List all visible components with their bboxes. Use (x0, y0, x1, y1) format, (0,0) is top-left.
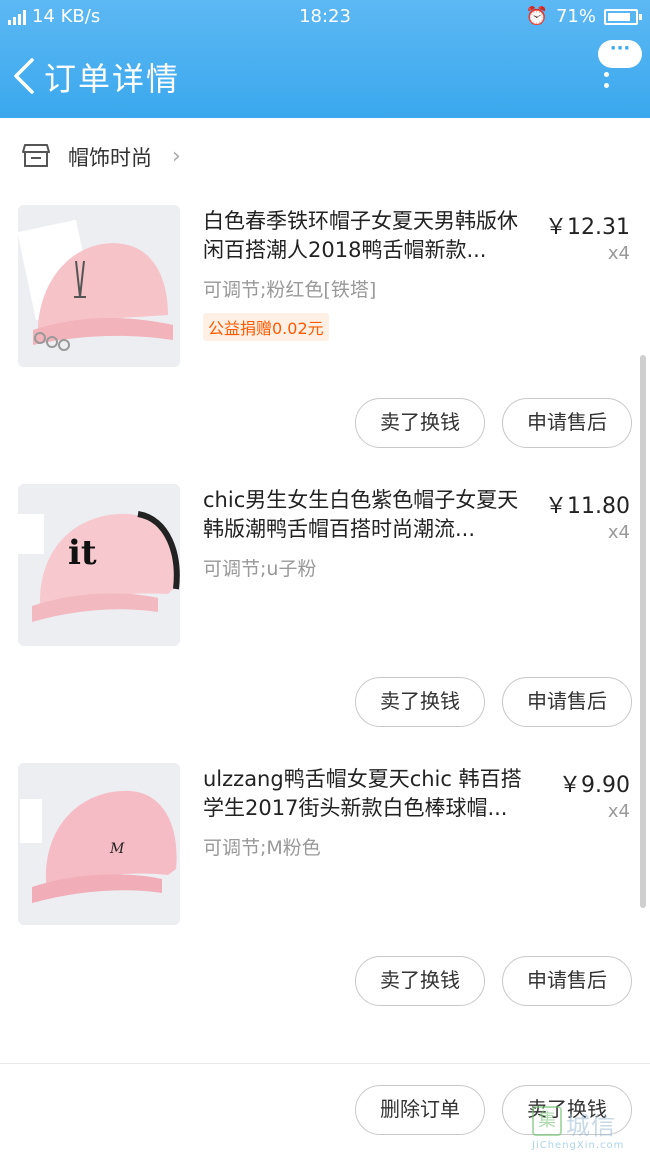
back-arrow-icon[interactable] (10, 56, 38, 96)
product-quantity: x4 (607, 801, 630, 822)
product-price: ￥12.31 (545, 215, 630, 240)
product-quantity: x4 (607, 243, 630, 264)
after-sale-button[interactable]: 申请售后 (502, 398, 632, 448)
product-title[interactable]: ulzzang鸭舌帽女夏天chic 韩百搭学生2017街头新款白色棒球帽... (203, 765, 533, 823)
alarm-icon: ⏰ (525, 6, 548, 27)
order-item: M ulzzang鸭舌帽女夏天chic 韩百搭学生2017街头新款白色棒球帽..… (0, 763, 650, 1033)
svg-text:M: M (109, 841, 125, 857)
order-item: it chic男生女生白色紫色帽子女夏天韩版潮鸭舌帽百搭时尚潮流... ￥11.… (0, 484, 650, 754)
product-quantity: x4 (607, 522, 630, 543)
watermark-text: 城信 (566, 1112, 616, 1140)
more-menu-button[interactable]: ··· (598, 40, 642, 68)
scrollbar[interactable] (640, 355, 646, 908)
order-item: 白色春季铁环帽子女夏天男韩版休闲百搭潮人2018鸭舌帽新款... ￥12.31 … (0, 205, 650, 475)
product-price: ￥9.90 (559, 773, 630, 798)
sell-button[interactable]: 卖了换钱 (355, 677, 485, 727)
product-spec: 可调节;u子粉 (203, 558, 317, 580)
watermark: 集 城信 JiChengXin.com (532, 1104, 644, 1152)
battery-icon (604, 8, 642, 25)
product-spec: 可调节;M粉色 (203, 837, 321, 859)
product-price: ￥11.80 (545, 494, 630, 519)
sell-button[interactable]: 卖了换钱 (355, 398, 485, 448)
delete-order-button[interactable]: 删除订单 (355, 1085, 485, 1135)
after-sale-button[interactable]: 申请售后 (502, 956, 632, 1006)
product-image[interactable]: it (18, 484, 180, 646)
watermark-logo-icon: 集 (532, 1106, 562, 1136)
product-image[interactable]: M (18, 763, 180, 925)
shop-name: 帽饰时尚 (68, 146, 152, 170)
after-sale-button[interactable]: 申请售后 (502, 677, 632, 727)
status-bar: 14 KB/s 18:23 ⏰ 71% (0, 0, 650, 34)
nav-bar: 订单详情 ··· (0, 40, 650, 110)
sell-button[interactable]: 卖了换钱 (355, 956, 485, 1006)
store-icon (22, 144, 50, 167)
product-spec: 可调节;粉红色[铁塔] (203, 279, 377, 301)
more-dots-icon[interactable] (602, 72, 610, 94)
app-header: 14 KB/s 18:23 ⏰ 71% 订单详情 ··· (0, 0, 650, 118)
svg-text:it: it (68, 533, 97, 573)
charity-badge: 公益捐赠0.02元 (203, 313, 329, 341)
page-title: 订单详情 (44, 60, 181, 98)
battery-percent: 71% (555, 6, 596, 27)
product-title[interactable]: 白色春季铁环帽子女夏天男韩版休闲百搭潮人2018鸭舌帽新款... (203, 207, 533, 265)
shop-row[interactable]: 帽饰时尚 › (0, 130, 650, 180)
chevron-right-icon: › (172, 144, 181, 169)
product-image[interactable] (18, 205, 180, 367)
product-title[interactable]: chic男生女生白色紫色帽子女夏天韩版潮鸭舌帽百搭时尚潮流... (203, 486, 533, 544)
watermark-url: JiChengXin.com (532, 1140, 625, 1151)
